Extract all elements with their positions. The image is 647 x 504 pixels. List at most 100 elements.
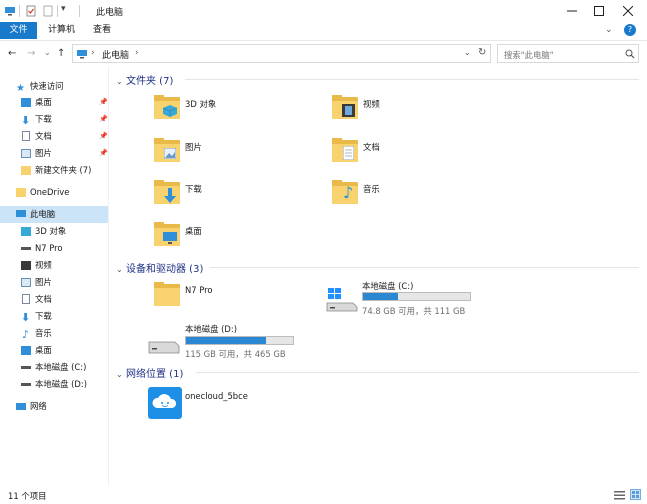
sidebar-item-onedrive[interactable]: OneDrive bbox=[0, 184, 108, 201]
sidebar-item-label: 桌面 bbox=[35, 97, 52, 107]
onecloud-icon[interactable] bbox=[148, 387, 182, 419]
pictures-icon bbox=[21, 149, 31, 158]
sidebar-item-pictures[interactable]: 图片 📌 bbox=[0, 145, 108, 162]
sidebar-item-3d-objects[interactable]: 3D 对象 bbox=[0, 223, 108, 240]
pictures-icon bbox=[164, 148, 176, 159]
properties-icon[interactable] bbox=[25, 5, 37, 17]
music-note-icon: ♪ bbox=[343, 183, 354, 202]
folder-icon bbox=[21, 166, 31, 175]
sidebar-item-desktop-pc[interactable]: 桌面 bbox=[0, 342, 108, 359]
close-button[interactable] bbox=[613, 0, 643, 22]
folder-videos[interactable] bbox=[332, 95, 358, 119]
maximize-button[interactable] bbox=[584, 0, 614, 22]
sidebar-item-music[interactable]: ♪ 音乐 bbox=[0, 325, 108, 342]
drive-label[interactable]: 本地磁盘 (C:) bbox=[362, 280, 413, 292]
breadcrumb-this-pc[interactable]: 此电脑 bbox=[102, 48, 129, 61]
pin-icon[interactable]: 📌 bbox=[99, 111, 108, 128]
folder-label[interactable]: 音乐 bbox=[363, 183, 380, 195]
item-count: 11 个项目 bbox=[8, 491, 47, 501]
sidebar-item-documents-pc[interactable]: 文档 bbox=[0, 291, 108, 308]
folder-3d-objects[interactable] bbox=[154, 95, 180, 119]
document-icon bbox=[22, 131, 30, 141]
minimize-button[interactable] bbox=[557, 0, 587, 22]
drive-d-usage-fill bbox=[186, 337, 267, 344]
sidebar-item-downloads[interactable]: ⬇ 下载 📌 bbox=[0, 111, 108, 128]
chevron-down-icon[interactable]: ⌄ bbox=[116, 77, 126, 86]
expand-ribbon-icon[interactable]: ⌄ bbox=[605, 25, 613, 35]
folder-label[interactable]: 文档 bbox=[363, 141, 380, 153]
sidebar-item-drive-c[interactable]: 本地磁盘 (C:) bbox=[0, 359, 108, 376]
new-folder-icon[interactable] bbox=[42, 5, 54, 17]
tab-view[interactable]: 查看 bbox=[83, 22, 121, 39]
sidebar-item-documents[interactable]: 文档 📌 bbox=[0, 128, 108, 145]
section-header-network[interactable]: ⌄ 网络位置 (1) bbox=[116, 365, 183, 380]
search-icon[interactable] bbox=[625, 49, 635, 59]
search-box[interactable]: 搜索"此电脑" bbox=[497, 44, 639, 63]
drive-icon bbox=[21, 247, 31, 250]
address-dropdown-icon[interactable]: ⌄ bbox=[464, 48, 471, 57]
large-icons-view-icon[interactable] bbox=[630, 489, 641, 500]
separator bbox=[79, 5, 80, 17]
folder-label[interactable]: 桌面 bbox=[185, 225, 202, 237]
customize-toolbar-icon[interactable]: ▾ bbox=[61, 4, 73, 16]
network-location-label[interactable]: onecloud_5bce bbox=[185, 391, 248, 401]
breadcrumb-separator[interactable]: › bbox=[91, 48, 95, 58]
forward-arrow-icon[interactable]: → bbox=[27, 48, 35, 59]
folder-label[interactable]: 3D 对象 bbox=[185, 98, 216, 110]
back-arrow-icon[interactable]: ← bbox=[8, 48, 16, 59]
sidebar-item-this-pc[interactable]: 此电脑 bbox=[0, 206, 108, 223]
sidebar-item-videos[interactable]: 视频 bbox=[0, 257, 108, 274]
computer-icon bbox=[77, 50, 87, 59]
refresh-icon[interactable]: ↻ bbox=[478, 47, 486, 58]
computer-icon bbox=[5, 7, 15, 16]
separator bbox=[19, 5, 20, 17]
address-bar[interactable]: › 此电脑 › ⌄ ↻ bbox=[72, 44, 491, 63]
chevron-down-icon[interactable]: ⌄ bbox=[116, 370, 126, 379]
folder-pictures[interactable] bbox=[154, 138, 180, 162]
drive-label[interactable]: 本地磁盘 (D:) bbox=[185, 323, 237, 335]
drive-c-icon[interactable] bbox=[326, 288, 358, 312]
pin-icon[interactable]: 📌 bbox=[99, 128, 108, 145]
drive-label[interactable]: N7 Pro bbox=[185, 285, 213, 295]
help-icon[interactable]: ? bbox=[624, 24, 636, 36]
pin-icon[interactable]: 📌 bbox=[99, 94, 108, 111]
drive-icon bbox=[21, 383, 31, 386]
sidebar-item-n7-pro[interactable]: N7 Pro bbox=[0, 240, 108, 257]
sidebar-item-label: 图片 bbox=[35, 148, 52, 158]
section-header-devices[interactable]: ⌄ 设备和驱动器 (3) bbox=[116, 260, 204, 275]
close-icon bbox=[623, 6, 633, 16]
folder-label[interactable]: 下载 bbox=[185, 183, 202, 195]
drive-d-icon[interactable] bbox=[148, 336, 180, 354]
sidebar-item-downloads-pc[interactable]: ⬇ 下载 bbox=[0, 308, 108, 325]
recent-locations-icon[interactable]: ⌄ bbox=[44, 48, 51, 57]
section-title: 设备和驱动器 (3) bbox=[126, 264, 204, 275]
sidebar-item-pictures-pc[interactable]: 图片 bbox=[0, 274, 108, 291]
sidebar-item-quick-access[interactable]: ★ 快速访问 bbox=[0, 78, 108, 95]
folder-label[interactable]: 图片 bbox=[185, 141, 202, 153]
up-arrow-icon[interactable]: ↑ bbox=[57, 48, 65, 59]
sidebar-item-label: 3D 对象 bbox=[35, 226, 67, 236]
sidebar-item-network[interactable]: 网络 bbox=[0, 398, 108, 415]
chevron-down-icon[interactable]: ⌄ bbox=[116, 265, 126, 274]
separator bbox=[57, 5, 58, 17]
sidebar-item-drive-d[interactable]: 本地磁盘 (D:) bbox=[0, 376, 108, 393]
folder-downloads[interactable] bbox=[154, 180, 180, 204]
folder-documents[interactable] bbox=[332, 138, 358, 162]
folder-label[interactable]: 视频 bbox=[363, 98, 380, 110]
sidebar-item-label: 下载 bbox=[35, 114, 52, 124]
explorer-window: ▾ 此电脑 文件 计算机 查看 ⌄ ? ← → ⌄ ↑ › 此电脑 › ⌄ ↻ … bbox=[0, 0, 647, 504]
tab-computer[interactable]: 计算机 bbox=[38, 22, 85, 39]
drive-n7-pro-icon[interactable] bbox=[154, 282, 180, 306]
pin-icon[interactable]: 📌 bbox=[99, 145, 108, 162]
divider bbox=[210, 267, 639, 268]
details-view-icon[interactable] bbox=[614, 490, 625, 500]
music-note-icon: ♪ bbox=[22, 328, 30, 341]
folder-desktop[interactable] bbox=[154, 222, 180, 246]
search-placeholder[interactable]: 搜索"此电脑" bbox=[504, 49, 554, 61]
sidebar-item-new-folder[interactable]: 新建文件夹 (7) bbox=[0, 162, 108, 179]
folder-music[interactable]: ♪ bbox=[332, 180, 358, 204]
tab-file[interactable]: 文件 bbox=[0, 22, 37, 39]
breadcrumb-separator[interactable]: › bbox=[135, 48, 139, 58]
section-header-folders[interactable]: ⌄ 文件夹 (7) bbox=[116, 72, 173, 87]
sidebar-item-desktop[interactable]: 桌面 📌 bbox=[0, 94, 108, 111]
